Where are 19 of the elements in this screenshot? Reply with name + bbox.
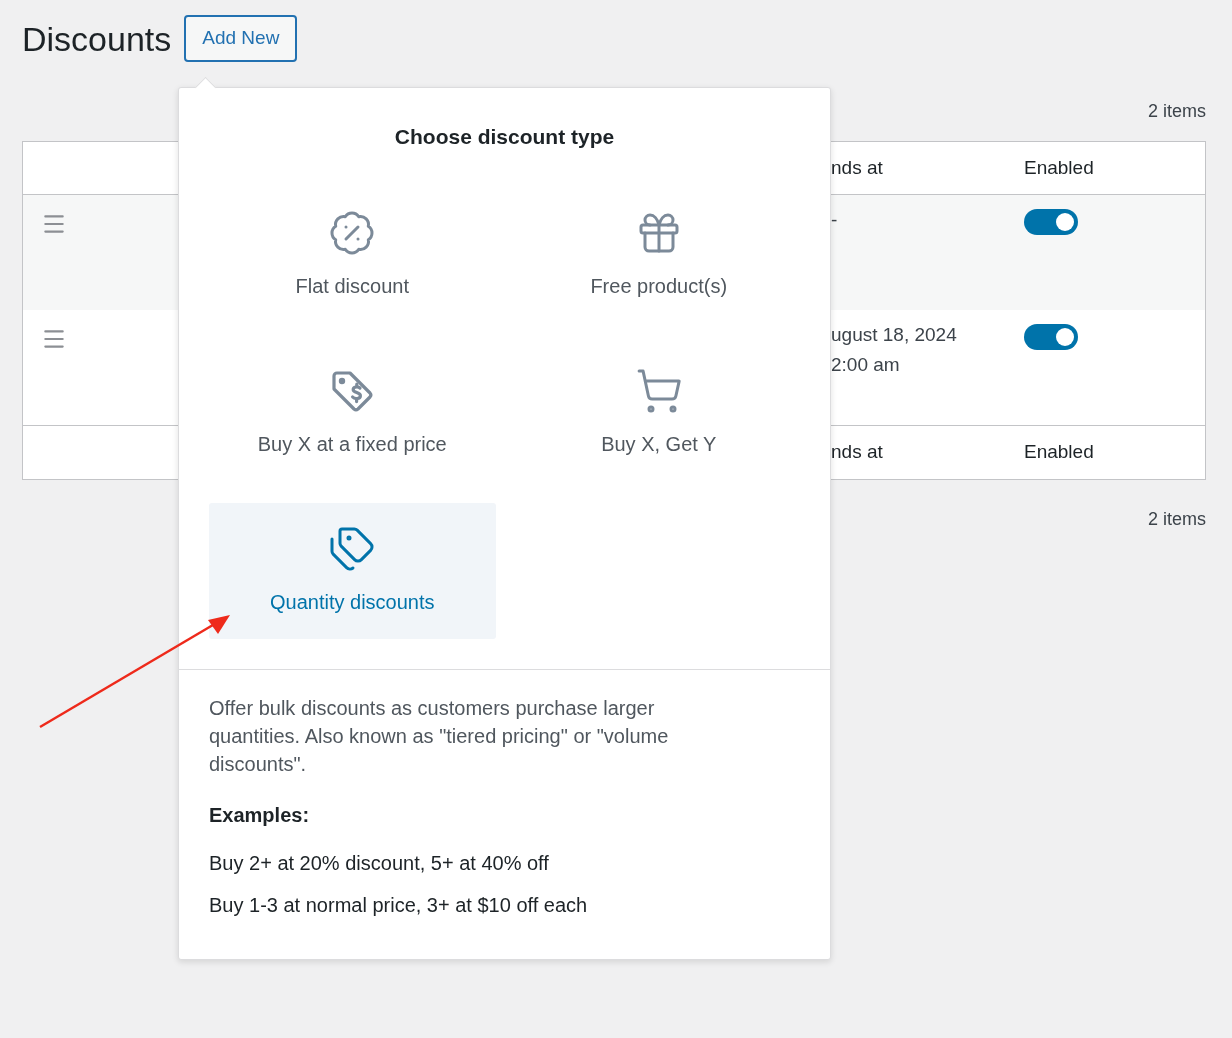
toggle-switch[interactable] (1024, 209, 1078, 235)
example-text: Buy 1-3 at normal price, 3+ at $10 off each (209, 892, 588, 918)
popover-title: Choose discount type (394, 124, 615, 150)
table-cell-text: ugust 18, 2024 (831, 323, 957, 347)
example-text: Buy 2+ at 20% discount, 5+ at 40% off (209, 850, 549, 876)
column-header: nds at (831, 440, 883, 465)
table-cell-text: 2:00 am (831, 353, 900, 377)
column-header: nds at (831, 155, 883, 180)
discount-type-option[interactable]: Quantity discounts (209, 502, 496, 639)
page-title: Discounts (22, 21, 172, 56)
items-count: 2 items (1147, 508, 1206, 531)
column-header: Enabled (1024, 440, 1094, 465)
examples-heading: Examples: (209, 802, 311, 828)
column-header: Enabled (1024, 155, 1094, 180)
description-text: Offer bulk discounts as customers purchase larger quantities. Also known as "tiered pricing" or "volume discounts". (209, 695, 670, 777)
toggle-switch[interactable] (1024, 324, 1078, 350)
items-count: 2 items (1147, 100, 1206, 122)
add-new-button[interactable]: Add New (184, 15, 298, 62)
table-cell-text: - (831, 208, 838, 232)
